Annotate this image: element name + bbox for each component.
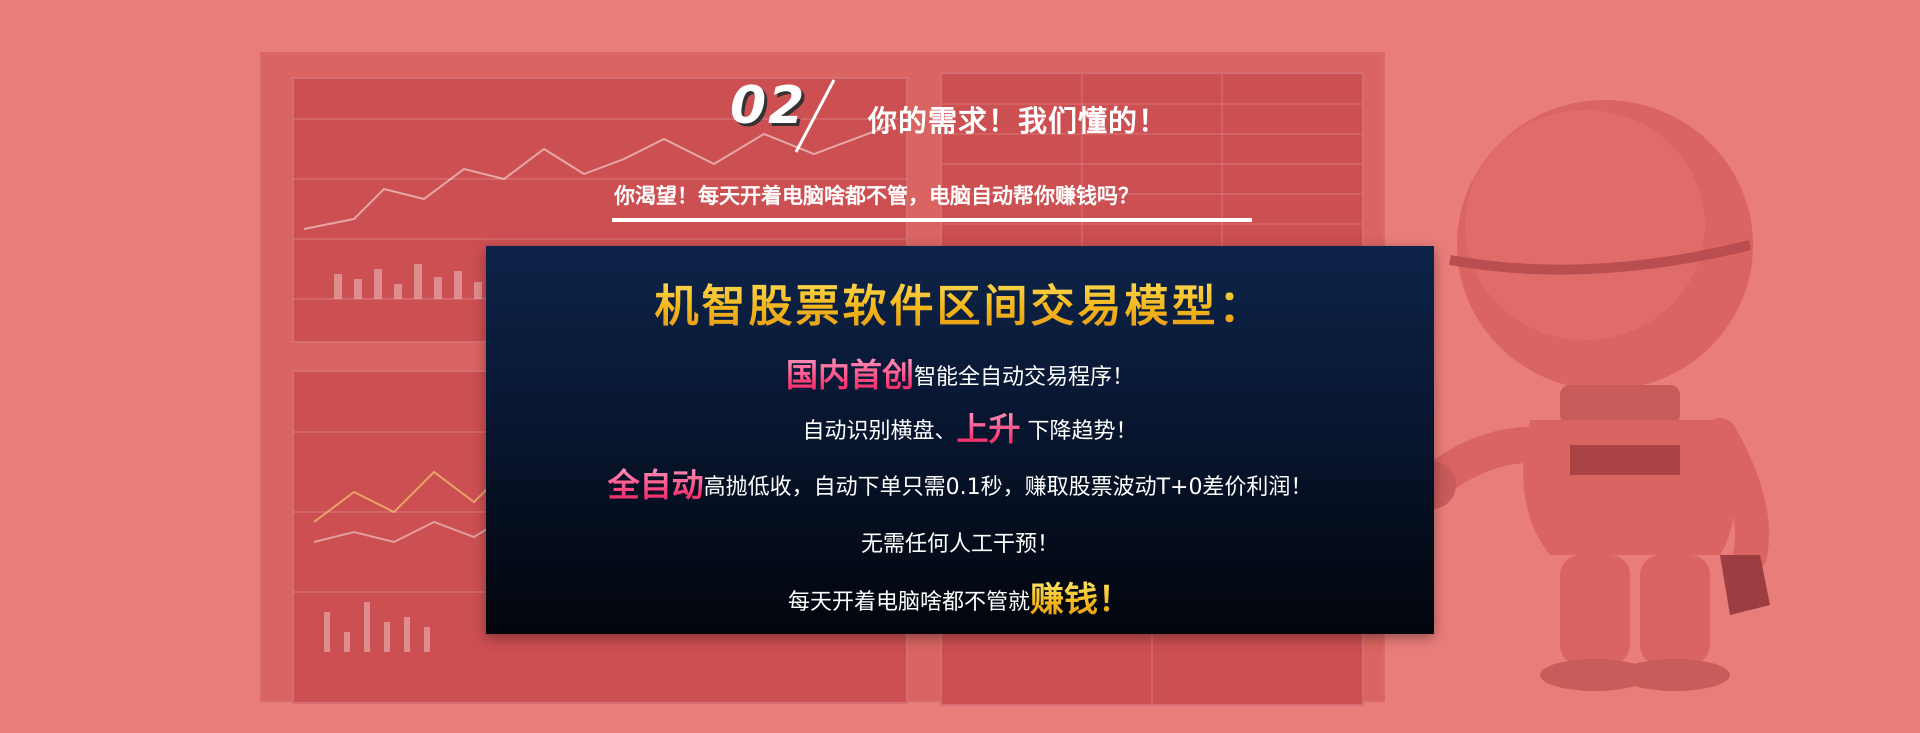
highlight-rising: 上升	[956, 410, 1021, 448]
feature-text-before: 自动识别横盘、	[802, 419, 957, 444]
feature-line-full-auto: 全自动高抛低收，自动下单只需0.1秒，赚取股票波动T+0差价利润！	[486, 460, 1434, 506]
highlight-make-money: 赚钱！	[1030, 580, 1132, 620]
feature-panel: 机智股票软件区间交易模型： 国内首创智能全自动交易程序！ 自动识别横盘、上升 下…	[486, 246, 1434, 634]
feature-line-trend-detection: 自动识别横盘、上升 下降趋势！	[486, 404, 1434, 450]
panel-title: 机智股票软件区间交易模型：	[486, 270, 1434, 334]
feature-line-make-money: 每天开着电脑啥都不管就赚钱！	[486, 572, 1434, 621]
section-subtitle: 你渴望！每天开着电脑啥都不管，电脑自动帮你赚钱吗？	[614, 184, 1139, 208]
feature-line-no-intervention: 无需任何人工干预！	[486, 526, 1434, 558]
feature-text: 无需任何人工干预！	[860, 532, 1059, 557]
feature-line-first-domestic: 国内首创智能全自动交易程序！	[486, 350, 1434, 396]
feature-text: 高抛低收，自动下单只需0.1秒，赚取股票波动T+0差价利润！	[703, 475, 1313, 500]
highlight-first-domestic: 国内首创	[785, 356, 914, 394]
robot-mascot-illustration	[1408, 85, 1780, 695]
feature-text: 每天开着电脑啥都不管就	[787, 590, 1030, 615]
feature-text-after: 下降趋势！	[1027, 419, 1138, 444]
feature-text: 智能全自动交易程序！	[914, 365, 1135, 390]
slash-decoration	[794, 79, 836, 153]
highlight-full-auto: 全自动	[607, 466, 704, 504]
subtitle-underline	[612, 218, 1252, 222]
section-title: 你的需求！我们懂的！	[868, 104, 1169, 138]
banner: 02 你的需求！我们懂的！ 你渴望！每天开着电脑啥都不管，电脑自动帮你赚钱吗？ …	[0, 0, 1920, 733]
